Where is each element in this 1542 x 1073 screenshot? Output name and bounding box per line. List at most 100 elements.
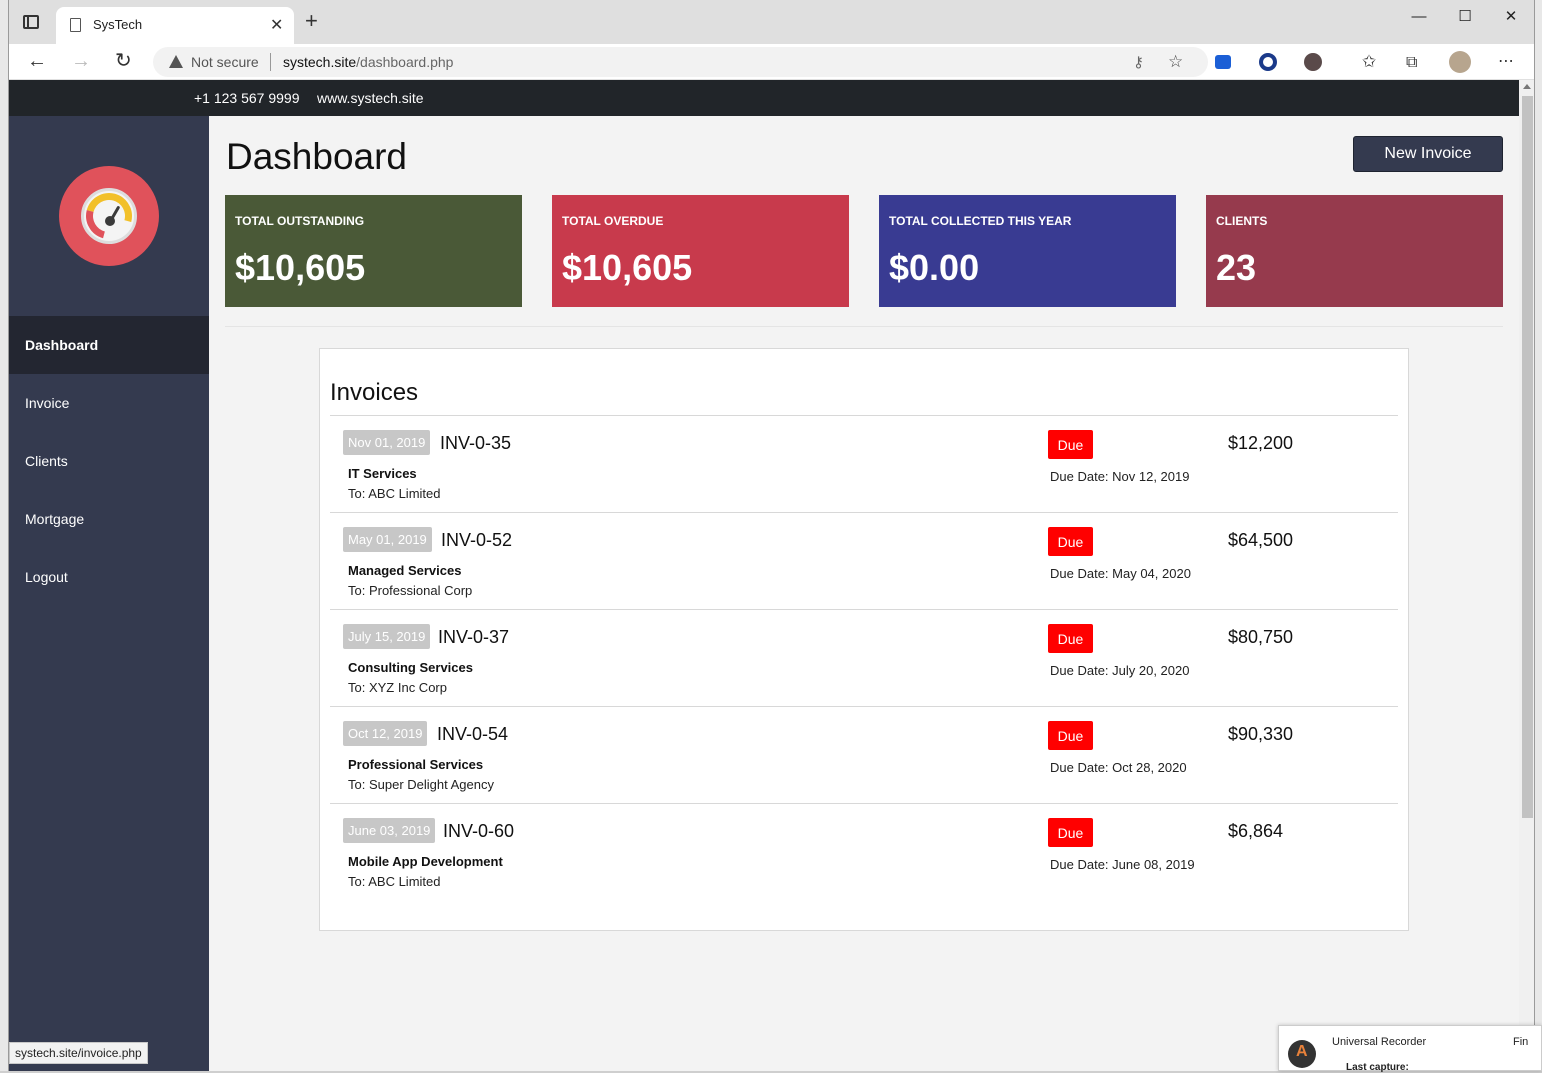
- stat-card-total-collected[interactable]: TOTAL COLLECTED THIS YEAR $0.00: [879, 195, 1176, 307]
- speedometer-icon: [81, 188, 137, 244]
- recorder-widget: Universal Recorder Fin Last capture:: [1278, 1025, 1542, 1073]
- browser-window: SysTech ✕ + — ☐ ✕ ← → ↻ Not secure syste…: [8, 0, 1535, 1071]
- tab-bar: SysTech ✕ + — ☐ ✕: [9, 0, 1534, 44]
- recorder-title: Universal Recorder: [1332, 1036, 1427, 1048]
- invoice-due-date: Due Date: July 20, 2020: [1050, 663, 1190, 678]
- more-menu-icon[interactable]: ⋯: [1498, 52, 1514, 72]
- stat-label: TOTAL COLLECTED THIS YEAR: [889, 214, 1072, 228]
- invoice-date-badge: Nov 01, 2019: [343, 430, 431, 455]
- address-bar[interactable]: Not secure systech.site/dashboard.php ⚷ …: [153, 47, 1208, 77]
- status-badge: Due: [1048, 721, 1093, 750]
- invoice-number[interactable]: INV-0-60: [443, 821, 514, 842]
- stat-card-total-outstanding[interactable]: TOTAL OUTSTANDING $10,605: [225, 195, 522, 307]
- page-title: Dashboard: [226, 136, 408, 177]
- invoice-recipient: To: Professional Corp: [348, 583, 473, 598]
- invoice-row[interactable]: May 01, 2019 INV-0-52 Managed Services T…: [330, 513, 1398, 610]
- tab-systech[interactable]: SysTech ✕: [56, 7, 294, 44]
- invoice-amount: $64,500: [1228, 530, 1294, 550]
- stat-card-total-overdue[interactable]: TOTAL OVERDUE $10,605: [552, 195, 849, 307]
- url-text[interactable]: systech.site/dashboard.php: [283, 54, 453, 70]
- invoice-row[interactable]: July 15, 2019 INV-0-37 Consulting Servic…: [330, 610, 1398, 707]
- invoice-date-badge: May 01, 2019: [343, 527, 432, 552]
- invoice-recipient: To: ABC Limited: [348, 874, 441, 889]
- tab-title: SysTech: [93, 17, 143, 32]
- invoice-number[interactable]: INV-0-54: [437, 724, 508, 745]
- warning-icon: [169, 55, 183, 68]
- invoices-heading: Invoices: [330, 379, 419, 406]
- favorites-icon[interactable]: ✩: [1362, 52, 1376, 72]
- invoice-row[interactable]: June 03, 2019 INV-0-60 Mobile App Develo…: [330, 804, 1398, 901]
- window-close-icon[interactable]: ✕: [1488, 0, 1534, 32]
- invoice-due-date: Due Date: May 04, 2020: [1050, 566, 1191, 581]
- invoice-amount: $12,200: [1228, 433, 1294, 453]
- invoice-service: Mobile App Development: [348, 854, 503, 869]
- profile-avatar[interactable]: [1449, 51, 1471, 73]
- invoice-number[interactable]: INV-0-52: [441, 530, 512, 551]
- maximize-icon[interactable]: ☐: [1442, 0, 1488, 32]
- invoice-number[interactable]: INV-0-37: [438, 627, 509, 648]
- sidebar-item-mortgage[interactable]: Mortgage: [9, 490, 209, 548]
- recorder-logo-icon: [1288, 1040, 1316, 1068]
- new-invoice-button[interactable]: New Invoice: [1353, 136, 1503, 172]
- url-host: systech.site: [283, 54, 357, 70]
- forward-arrow-icon[interactable]: →: [71, 51, 91, 71]
- minimize-icon[interactable]: —: [1396, 0, 1442, 32]
- contact-bar: +1 123 567 9999 www.systech.site: [9, 80, 1519, 116]
- back-arrow-icon[interactable]: ←: [27, 51, 47, 71]
- sidebar-menu: Dashboard Invoice Clients Mortgage Logou…: [9, 316, 209, 606]
- contact-website: www.systech.site: [317, 90, 424, 106]
- stat-value: $10,605: [235, 247, 366, 288]
- sidebar-item-dashboard[interactable]: Dashboard: [9, 316, 209, 374]
- tab-actions-icon[interactable]: [23, 15, 39, 29]
- collections-icon[interactable]: ⧉: [1406, 53, 1417, 73]
- invoice-row[interactable]: Oct 12, 2019 INV-0-54 Professional Servi…: [330, 707, 1398, 804]
- invoices-panel: Invoices Nov 01, 2019 INV-0-35 IT Servic…: [319, 348, 1409, 931]
- scroll-up-icon[interactable]: [1523, 84, 1531, 89]
- extension-arrow-icon[interactable]: [1215, 55, 1231, 69]
- sidebar-item-invoice[interactable]: Invoice: [9, 374, 209, 432]
- refresh-icon[interactable]: ↻: [115, 51, 132, 71]
- invoice-service: IT Services: [348, 466, 417, 481]
- vertical-scrollbar[interactable]: [1519, 80, 1534, 1071]
- tab-close-icon[interactable]: ✕: [270, 15, 283, 35]
- new-tab-icon[interactable]: +: [305, 10, 318, 32]
- url-path: /dashboard.php: [356, 54, 454, 70]
- invoice-amount: $80,750: [1228, 627, 1294, 647]
- stat-label: TOTAL OVERDUE: [562, 214, 664, 228]
- invoice-due-date: Due Date: Nov 12, 2019: [1050, 469, 1190, 484]
- sidebar: Dashboard Invoice Clients Mortgage Logou…: [9, 116, 209, 1071]
- invoice-row[interactable]: Nov 01, 2019 INV-0-35 IT Services To: AB…: [330, 416, 1398, 513]
- recorder-finish-button[interactable]: Fin: [1513, 1036, 1528, 1048]
- status-bar-link: systech.site/invoice.php: [9, 1042, 148, 1064]
- window-controls: — ☐ ✕: [1396, 0, 1534, 32]
- status-badge: Due: [1048, 624, 1093, 653]
- password-key-icon[interactable]: ⚷: [1133, 53, 1144, 71]
- extension-a-icon[interactable]: [1304, 53, 1322, 71]
- status-badge: Due: [1048, 430, 1093, 459]
- security-label[interactable]: Not secure: [191, 54, 259, 70]
- recorder-last-capture: Last capture:: [1346, 1062, 1409, 1073]
- add-favorite-icon[interactable]: ☆: [1168, 52, 1183, 72]
- desktop-background-left: [0, 0, 8, 1071]
- scrollbar-thumb[interactable]: [1522, 96, 1533, 818]
- invoice-number[interactable]: INV-0-35: [440, 433, 511, 454]
- status-badge: Due: [1048, 527, 1093, 556]
- desktop-background-right: [1534, 0, 1542, 1071]
- stat-value: 23: [1216, 247, 1257, 288]
- status-badge: Due: [1048, 818, 1093, 847]
- invoice-service: Professional Services: [348, 757, 484, 772]
- invoice-service: Consulting Services: [348, 660, 473, 675]
- invoice-recipient: To: ABC Limited: [348, 486, 441, 501]
- extension-ring-icon[interactable]: [1259, 53, 1277, 71]
- invoice-service: Managed Services: [348, 563, 462, 578]
- address-bar-row: ← → ↻ Not secure systech.site/dashboard.…: [9, 44, 1534, 80]
- invoice-recipient: To: Super Delight Agency: [348, 777, 494, 792]
- invoice-amount: $6,864: [1228, 821, 1284, 841]
- sidebar-item-logout[interactable]: Logout: [9, 548, 209, 606]
- invoice-due-date: Due Date: Oct 28, 2020: [1050, 760, 1187, 775]
- stat-value: $0.00: [889, 247, 980, 288]
- stat-card-clients[interactable]: CLIENTS 23: [1206, 195, 1503, 307]
- web-page: +1 123 567 9999 www.systech.site Dashboa…: [9, 80, 1519, 1071]
- page-favicon-icon: [70, 18, 81, 32]
- sidebar-item-clients[interactable]: Clients: [9, 432, 209, 490]
